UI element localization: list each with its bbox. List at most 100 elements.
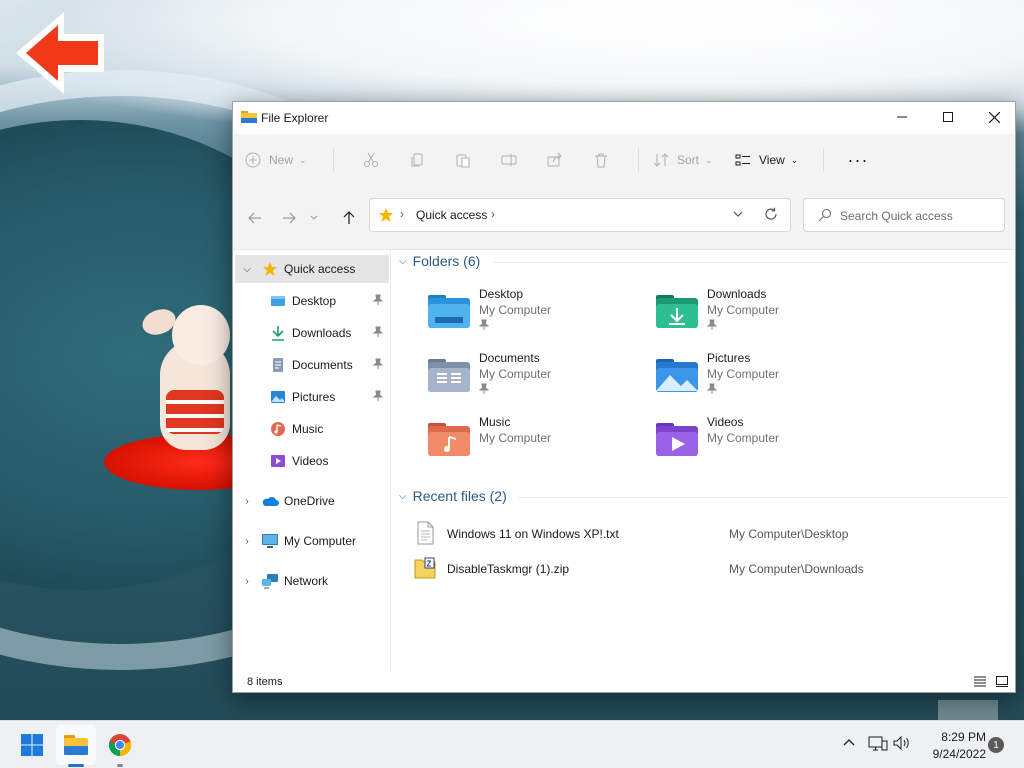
refresh-icon[interactable] — [764, 207, 778, 221]
desktop-icon — [269, 292, 287, 310]
sidebar-item-quick-access[interactable]: ⌵ Quick access — [235, 255, 389, 283]
volume-button[interactable] — [893, 735, 911, 754]
sidebar-item-label: Pictures — [292, 390, 336, 404]
chevron-right-icon[interactable]: › — [241, 496, 253, 507]
onedrive-icon — [261, 492, 279, 510]
search-box[interactable] — [803, 198, 1005, 232]
folder-tile-desktop[interactable]: Desktop My Computer — [427, 287, 647, 343]
recent-file-location: My Computer\Downloads — [729, 562, 864, 576]
sidebar-item-desktop[interactable]: Desktop — [235, 287, 389, 315]
chevron-down-icon[interactable]: ⌵ — [241, 264, 253, 275]
sidebar-item-videos[interactable]: Videos — [235, 447, 389, 475]
folder-location: My Computer — [479, 367, 552, 381]
sidebar-item-my-computer[interactable]: › My Computer — [235, 527, 389, 555]
clock-date[interactable]: 9/24/2022 — [918, 747, 986, 761]
sidebar-item-label: Videos — [292, 454, 329, 468]
folder-name: Pictures — [707, 351, 751, 365]
recent-files-heading: Recent files (2) — [412, 488, 507, 504]
title-bar[interactable]: File Explorer — [233, 102, 1015, 134]
address-row: › Quick access › — [233, 186, 1015, 250]
sidebar-item-pictures[interactable]: Pictures — [235, 383, 389, 411]
folder-location: My Computer — [707, 303, 780, 317]
trash-icon — [595, 153, 607, 168]
share-icon — [547, 152, 562, 167]
sidebar-item-downloads[interactable]: Downloads — [235, 319, 389, 347]
wallpaper-character-vest — [166, 390, 224, 434]
forward-button[interactable] — [277, 206, 301, 230]
folder-name: Desktop — [479, 287, 524, 301]
sidebar-item-network[interactable]: › Network — [235, 567, 389, 595]
recent-files-group-header[interactable]: ⌵ Recent files (2) — [399, 488, 507, 504]
view-button[interactable]: View ⌄ — [735, 144, 809, 176]
start-button[interactable] — [12, 725, 52, 765]
copy-button[interactable] — [394, 144, 440, 176]
cut-button[interactable] — [348, 144, 394, 176]
recent-file-row[interactable]: Windows 11 on Windows XP!.txt My Compute… — [413, 521, 993, 547]
sidebar-item-music[interactable]: Music — [235, 415, 389, 443]
chevron-right-icon[interactable]: › — [241, 536, 253, 547]
address-bar[interactable]: › Quick access › — [369, 198, 791, 232]
sidebar-item-documents[interactable]: Documents — [235, 351, 389, 379]
sidebar-item-onedrive[interactable]: › OneDrive — [235, 487, 389, 515]
folder-name: Downloads — [707, 287, 767, 301]
taskbar-chrome-button[interactable] — [100, 725, 140, 765]
address-path[interactable]: Quick access — [416, 208, 487, 222]
network-status-button[interactable] — [868, 735, 888, 756]
close-button[interactable] — [971, 102, 1017, 132]
pin-icon — [478, 383, 490, 398]
notification-badge[interactable]: 1 — [988, 737, 1004, 753]
delete-button[interactable] — [578, 144, 624, 176]
sort-icon — [653, 153, 669, 167]
wallpaper-character-head — [172, 305, 230, 365]
chevron-right-icon[interactable]: › — [241, 576, 253, 587]
paste-button[interactable] — [440, 144, 486, 176]
share-button[interactable] — [532, 144, 578, 176]
folder-name: Music — [479, 415, 511, 429]
toolbar-divider — [333, 148, 334, 172]
group-divider — [519, 497, 1007, 498]
folder-tile-documents[interactable]: Documents My Computer — [427, 351, 647, 407]
search-input[interactable] — [838, 205, 998, 227]
file-explorer-icon — [241, 111, 257, 123]
chevron-down-icon: ⌵ — [399, 490, 407, 502]
downloads-folder-icon — [656, 295, 698, 328]
pin-icon — [706, 319, 718, 334]
new-button[interactable]: New ⌄ — [245, 144, 319, 176]
file-explorer-icon — [64, 735, 88, 755]
back-button[interactable] — [243, 206, 267, 230]
large-icons-view-icon[interactable] — [995, 674, 1009, 688]
new-plus-icon — [245, 152, 261, 168]
folders-group-header[interactable]: ⌵ Folders (6) — [399, 253, 480, 269]
running-indicator — [117, 764, 123, 767]
details-view-icon[interactable] — [973, 674, 987, 688]
recent-file-row[interactable]: Z DisableTaskmgr (1).zip My Computer\Dow… — [413, 556, 993, 582]
folder-location: My Computer — [479, 303, 552, 317]
recent-locations-button[interactable] — [307, 206, 321, 230]
chevron-down-icon[interactable] — [732, 208, 744, 220]
speaker-icon — [893, 735, 909, 751]
recent-file-location: My Computer\Desktop — [729, 527, 849, 541]
pictures-folder-icon — [656, 359, 698, 392]
file-explorer-window: File Explorer New ⌄ Sort ⌄ View ⌄ ··· › … — [232, 101, 1016, 693]
sort-button[interactable]: Sort ⌄ — [653, 144, 725, 176]
up-button[interactable] — [337, 206, 361, 230]
maximize-button[interactable] — [925, 102, 971, 132]
recent-file-name: Windows 11 on Windows XP!.txt — [447, 527, 619, 541]
rename-button[interactable] — [486, 144, 532, 176]
clock-time[interactable]: 8:29 PM — [924, 730, 986, 744]
folder-name: Videos — [707, 415, 744, 429]
chevron-right-icon[interactable]: › — [491, 207, 495, 221]
taskbar-file-explorer-button[interactable] — [56, 725, 96, 765]
see-more-button[interactable]: ··· — [838, 144, 878, 176]
folder-location: My Computer — [707, 431, 780, 445]
folder-tile-pictures[interactable]: Pictures My Computer — [655, 351, 875, 407]
chevron-up-icon — [843, 739, 855, 746]
folder-tile-downloads[interactable]: Downloads My Computer — [655, 287, 875, 343]
show-hidden-icons-button[interactable] — [842, 735, 856, 752]
minimize-button[interactable] — [879, 102, 925, 132]
paste-icon — [456, 154, 470, 168]
new-label: New — [269, 153, 294, 167]
folder-location: My Computer — [707, 367, 780, 381]
folder-tile-videos[interactable]: Videos My Computer — [655, 415, 875, 471]
folder-tile-music[interactable]: Music My Computer — [427, 415, 647, 471]
